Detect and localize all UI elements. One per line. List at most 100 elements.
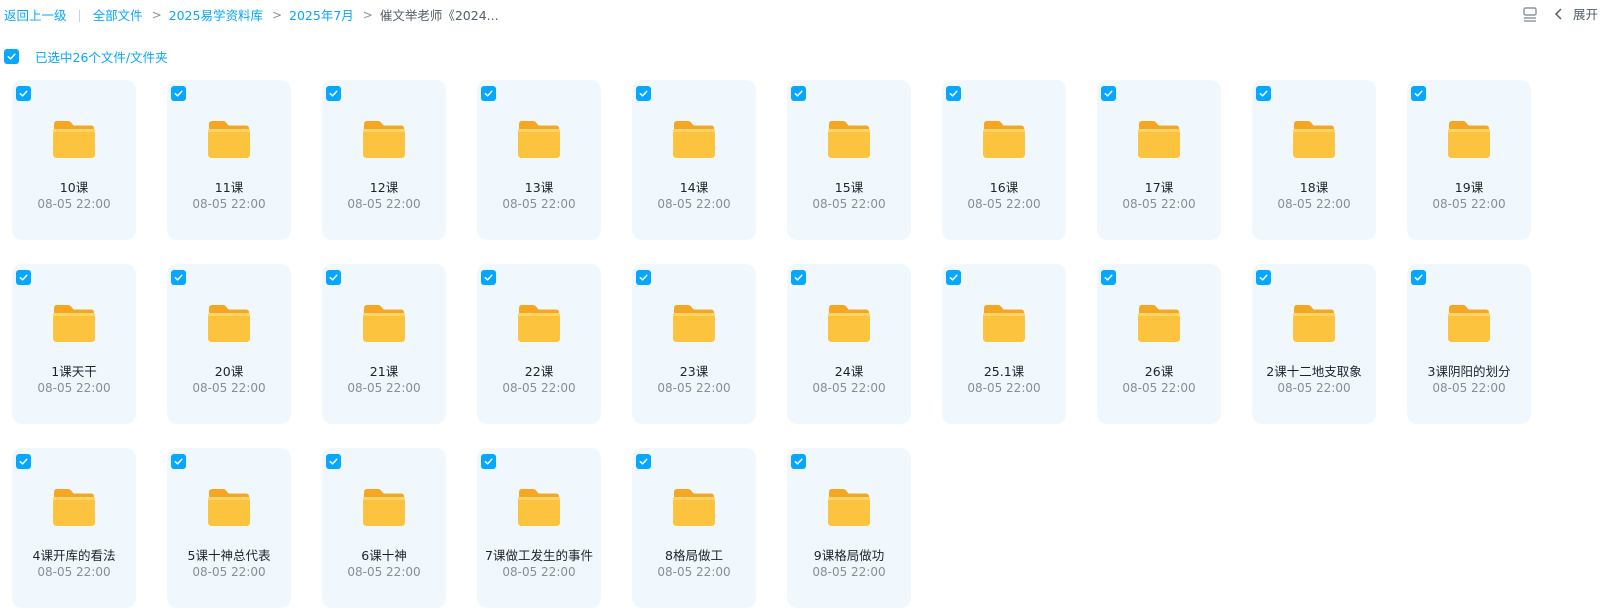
folder-icon xyxy=(981,118,1027,160)
list-view-icon[interactable] xyxy=(1521,5,1539,23)
breadcrumb-item-current: 催文举老师《2024... xyxy=(379,8,499,23)
folder-modified-time: 08-05 22:00 xyxy=(812,565,886,579)
check-icon xyxy=(1259,90,1268,97)
folder-tile[interactable]: 3课阴阳的划分 08-05 22:00 xyxy=(1407,264,1531,424)
folder-tile[interactable]: 2课十二地支取象 08-05 22:00 xyxy=(1252,264,1376,424)
folder-tile[interactable]: 6课十神 08-05 22:00 xyxy=(322,448,446,608)
tile-checkbox[interactable] xyxy=(171,270,186,285)
folder-icon xyxy=(826,118,872,160)
folder-tile[interactable]: 8格局做工 08-05 22:00 xyxy=(632,448,756,608)
tile-checkbox[interactable] xyxy=(1256,270,1271,285)
tile-checkbox[interactable] xyxy=(481,270,496,285)
tile-checkbox[interactable] xyxy=(1411,86,1426,101)
breadcrumb-item-month[interactable]: 2025年7月 xyxy=(289,5,354,24)
breadcrumb-item-all-files[interactable]: 全部文件 xyxy=(93,5,143,24)
tile-checkbox[interactable] xyxy=(16,454,31,469)
tile-checkbox[interactable] xyxy=(171,86,186,101)
folder-tile[interactable]: 26课 08-05 22:00 xyxy=(1097,264,1221,424)
tile-checkbox[interactable] xyxy=(481,86,496,101)
folder-icon xyxy=(671,486,717,528)
check-icon xyxy=(19,458,28,465)
folder-tile[interactable]: 15课 08-05 22:00 xyxy=(787,80,911,240)
view-tools: 展开 xyxy=(1521,4,1598,23)
tile-checkbox[interactable] xyxy=(791,270,806,285)
folder-name: 25.1课 xyxy=(983,364,1025,379)
tile-checkbox[interactable] xyxy=(326,86,341,101)
tile-checkbox[interactable] xyxy=(326,270,341,285)
folder-tile[interactable]: 18课 08-05 22:00 xyxy=(1252,80,1376,240)
folder-tile[interactable]: 12课 08-05 22:00 xyxy=(322,80,446,240)
check-icon xyxy=(639,274,648,281)
tile-checkbox[interactable] xyxy=(1256,86,1271,101)
tile-checkbox[interactable] xyxy=(791,86,806,101)
folder-tile[interactable]: 13课 08-05 22:00 xyxy=(477,80,601,240)
folder-name: 11课 xyxy=(214,180,244,195)
folder-icon xyxy=(516,302,562,344)
folder-tile[interactable]: 7课做工发生的事件 08-05 22:00 xyxy=(477,448,601,608)
tile-checkbox[interactable] xyxy=(636,270,651,285)
tile-checkbox[interactable] xyxy=(946,270,961,285)
folder-tile[interactable]: 17课 08-05 22:00 xyxy=(1097,80,1221,240)
folder-modified-time: 08-05 22:00 xyxy=(1277,197,1351,211)
folder-icon xyxy=(1446,302,1492,344)
folder-tile[interactable]: 22课 08-05 22:00 xyxy=(477,264,601,424)
folder-tile[interactable]: 10课 08-05 22:00 xyxy=(12,80,136,240)
folder-modified-time: 08-05 22:00 xyxy=(967,197,1041,211)
folder-tile[interactable]: 4课开库的看法 08-05 22:00 xyxy=(12,448,136,608)
folder-name: 5课十神总代表 xyxy=(187,548,271,563)
expand-button[interactable]: 展开 xyxy=(1573,4,1598,23)
folder-icon xyxy=(981,302,1027,344)
chevron-left-icon[interactable] xyxy=(1553,6,1565,22)
tile-checkbox[interactable] xyxy=(481,454,496,469)
folder-tile[interactable]: 21课 08-05 22:00 xyxy=(322,264,446,424)
folder-modified-time: 08-05 22:00 xyxy=(502,197,576,211)
check-icon xyxy=(484,90,493,97)
folder-name: 7课做工发生的事件 xyxy=(485,548,593,563)
folder-name: 22课 xyxy=(524,364,554,379)
folder-name: 6课十神 xyxy=(361,548,407,563)
check-icon xyxy=(1414,274,1423,281)
folder-tile[interactable]: 11课 08-05 22:00 xyxy=(167,80,291,240)
folder-modified-time: 08-05 22:00 xyxy=(192,565,266,579)
folder-modified-time: 08-05 22:00 xyxy=(1122,197,1196,211)
tile-checkbox[interactable] xyxy=(16,86,31,101)
back-link[interactable]: 返回上一级 xyxy=(4,5,67,24)
folder-tile[interactable]: 1课天干 08-05 22:00 xyxy=(12,264,136,424)
folder-tile[interactable]: 9课格局做功 08-05 22:00 xyxy=(787,448,911,608)
folder-modified-time: 08-05 22:00 xyxy=(37,565,111,579)
breadcrumb-separator-icon: > xyxy=(151,7,162,22)
check-icon xyxy=(484,458,493,465)
folder-tile[interactable]: 5课十神总代表 08-05 22:00 xyxy=(167,448,291,608)
folder-tile[interactable]: 24课 08-05 22:00 xyxy=(787,264,911,424)
tile-checkbox[interactable] xyxy=(171,454,186,469)
folder-modified-time: 08-05 22:00 xyxy=(502,381,576,395)
folder-modified-time: 08-05 22:00 xyxy=(347,381,421,395)
tile-checkbox[interactable] xyxy=(791,454,806,469)
tile-checkbox[interactable] xyxy=(1411,270,1426,285)
folder-modified-time: 08-05 22:00 xyxy=(192,197,266,211)
tile-checkbox[interactable] xyxy=(1101,270,1116,285)
tile-checkbox[interactable] xyxy=(1101,86,1116,101)
tile-checkbox[interactable] xyxy=(636,454,651,469)
folder-tile[interactable]: 23课 08-05 22:00 xyxy=(632,264,756,424)
tile-checkbox[interactable] xyxy=(636,86,651,101)
tile-checkbox[interactable] xyxy=(326,454,341,469)
folder-icon xyxy=(671,302,717,344)
folder-icon xyxy=(361,486,407,528)
check-icon xyxy=(174,458,183,465)
folder-tile[interactable]: 14课 08-05 22:00 xyxy=(632,80,756,240)
folder-tile[interactable]: 16课 08-05 22:00 xyxy=(942,80,1066,240)
folder-name: 10课 xyxy=(59,180,89,195)
folder-tile[interactable]: 25.1课 08-05 22:00 xyxy=(942,264,1066,424)
tile-checkbox[interactable] xyxy=(16,270,31,285)
folder-name: 1课天干 xyxy=(51,364,97,379)
folder-name: 26课 xyxy=(1144,364,1174,379)
folder-name: 2课十二地支取象 xyxy=(1266,364,1362,379)
top-bar: 返回上一级 | 全部文件 > 2025易学资料库 > 2025年7月 > 催文举… xyxy=(0,0,1620,28)
folder-tile[interactable]: 20课 08-05 22:00 xyxy=(167,264,291,424)
folder-icon xyxy=(826,302,872,344)
folder-tile[interactable]: 19课 08-05 22:00 xyxy=(1407,80,1531,240)
tile-checkbox[interactable] xyxy=(946,86,961,101)
breadcrumb-item-library[interactable]: 2025易学资料库 xyxy=(169,5,263,24)
select-all-checkbox[interactable] xyxy=(4,49,19,64)
